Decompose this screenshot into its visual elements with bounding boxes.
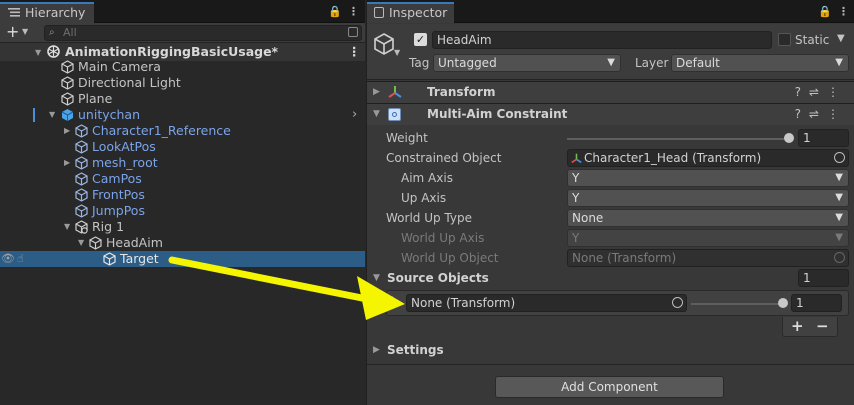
annotation-arrow bbox=[168, 256, 405, 320]
